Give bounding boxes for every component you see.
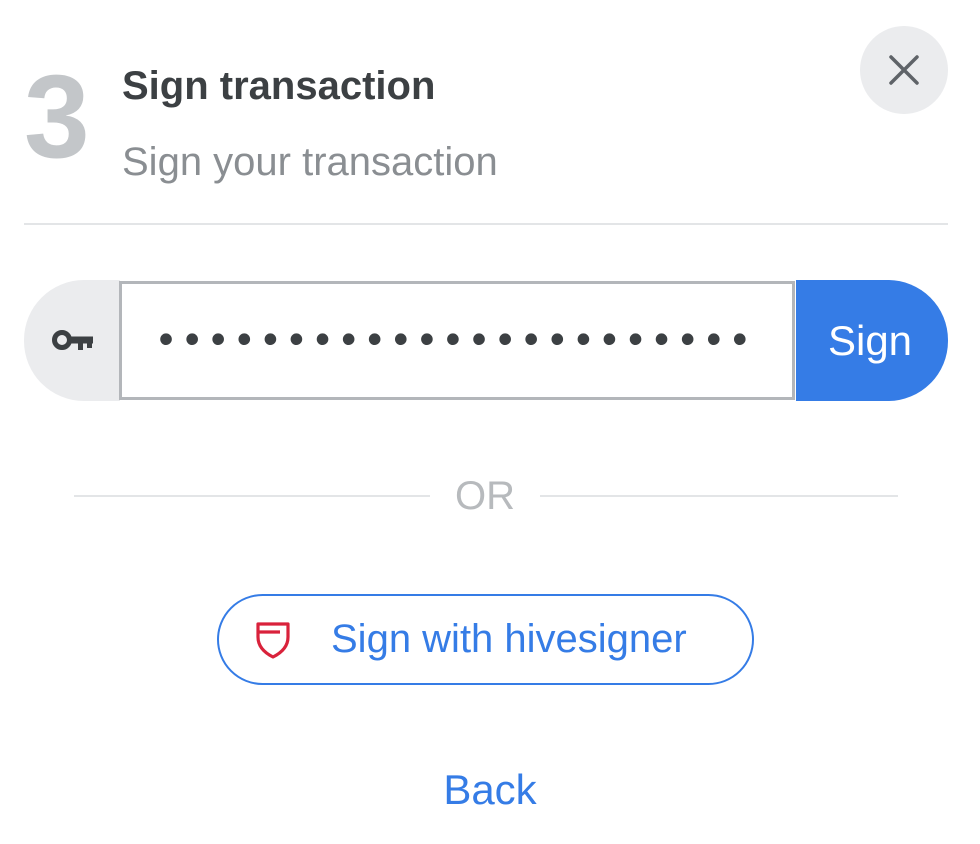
- key-prefix: [24, 280, 120, 401]
- private-key-input[interactable]: [119, 281, 795, 400]
- close-icon: [889, 55, 919, 85]
- key-icon: [52, 330, 93, 350]
- sign-transaction-dialog: 3 Sign transaction Sign your transaction…: [0, 0, 980, 844]
- or-line-left: [74, 495, 430, 497]
- back-button[interactable]: Back: [390, 764, 590, 816]
- sign-button[interactable]: Sign: [796, 280, 948, 401]
- step-number: 3: [24, 51, 90, 183]
- or-line-right: [540, 495, 898, 497]
- or-divider: OR: [74, 474, 898, 518]
- header-divider: [24, 223, 948, 225]
- hivesigner-shield-icon: [256, 622, 290, 659]
- dialog-title: Sign transaction: [122, 64, 436, 108]
- sign-with-hivesigner-button[interactable]: Sign with hivesigner: [217, 594, 754, 685]
- hivesigner-label: Sign with hivesigner: [331, 617, 687, 661]
- private-key-group: Sign: [24, 280, 948, 401]
- dialog-subtitle: Sign your transaction: [122, 140, 498, 184]
- or-label: OR: [455, 474, 515, 518]
- close-button[interactable]: [860, 26, 948, 114]
